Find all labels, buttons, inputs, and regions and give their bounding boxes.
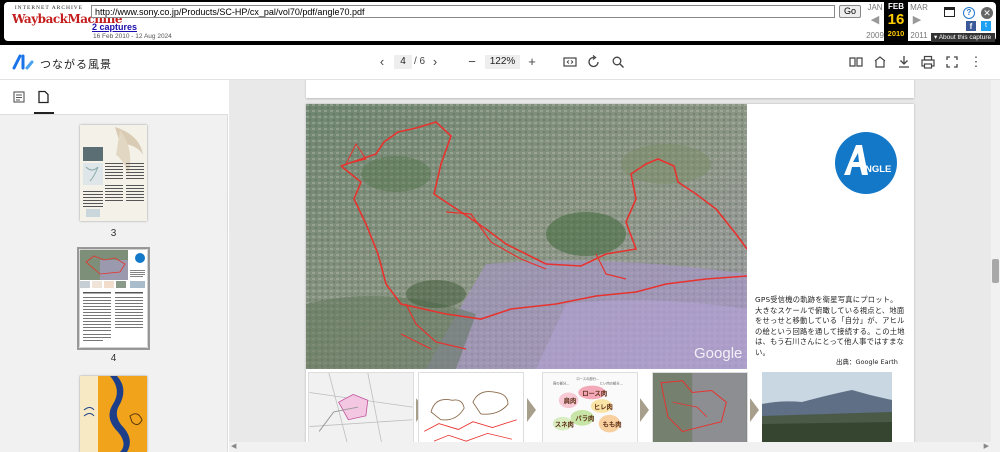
window-icon[interactable]: [944, 7, 955, 17]
app-logo-icon: [12, 54, 34, 70]
document-viewport[interactable]: Google NGLE GPS受信機の軌跡を衛星写真にプロット。大きなスケールで…: [229, 80, 991, 452]
next-capture-arrow-icon[interactable]: ▶: [911, 13, 923, 26]
angle-logo: NGLE: [835, 132, 897, 194]
wayback-logo-top: INTERNET ARCHIVE: [14, 5, 84, 11]
prev-page-chevron-icon[interactable]: ‹: [375, 53, 389, 71]
prev-capture-arrow-icon[interactable]: ◀: [869, 13, 881, 26]
strip-label-fillet: ヒレ肉: [594, 402, 613, 411]
search-icon[interactable]: [610, 53, 626, 71]
help-icon[interactable]: ?: [963, 7, 975, 19]
horizontal-scrollbar[interactable]: ◀ ▶: [229, 442, 991, 452]
sequence-arrow-icon: [750, 398, 759, 422]
thumbnails-tab-icon[interactable]: [36, 90, 50, 104]
strip-map-image: [308, 372, 414, 448]
capture-date-range: 16 Feb 2010 - 12 Aug 2024: [93, 33, 172, 40]
wayback-toolbar-inner: INTERNET ARCHIVE WaybackMachine Go 2 cap…: [4, 2, 996, 42]
scroll-left-arrow-icon[interactable]: ◀: [231, 442, 236, 450]
angle-logo-text: NGLE: [865, 164, 891, 175]
twitter-icon[interactable]: t: [981, 21, 991, 31]
svg-text:肩の部分…: 肩の部分…: [553, 381, 569, 386]
scroll-right-arrow-icon[interactable]: ▶: [984, 442, 989, 450]
page-number-input[interactable]: 4: [394, 55, 412, 69]
download-icon[interactable]: [896, 53, 912, 71]
google-watermark: Google: [694, 345, 742, 362]
zoom-out-icon[interactable]: −: [464, 53, 480, 71]
more-options-icon[interactable]: ⋮: [968, 53, 984, 71]
active-tab-indicator: [34, 112, 54, 114]
prev-year-link[interactable]: 2009: [862, 31, 888, 40]
strip-aerial-thumbnail: [652, 372, 748, 448]
svg-text:ヒレ肉の部分…: ヒレ肉の部分…: [600, 381, 623, 386]
next-month-link[interactable]: MAR: [906, 3, 932, 12]
next-year-link[interactable]: 2011: [906, 31, 932, 40]
sequence-arrow-icon: [527, 398, 536, 422]
current-day: 16: [887, 11, 905, 28]
strip-label-thigh: もも肉: [603, 420, 622, 429]
wayback-go-button[interactable]: Go: [839, 5, 861, 18]
strip-meat-cuts-diagram: ロースの部分… 肩の部分… ヒレ肉の部分… ロース肉 肩肉 ヒレ肉 もも肉 バラ…: [542, 372, 638, 448]
outline-tab-icon[interactable]: [12, 90, 26, 104]
document-title: つながる風景: [40, 58, 112, 71]
pdf-page-4: Google NGLE GPS受信機の軌跡を衛星写真にプロット。大きなスケールで…: [306, 104, 914, 452]
zoom-in-icon[interactable]: +: [524, 53, 540, 71]
strip-sketch-image: [418, 372, 524, 448]
wayback-logo[interactable]: INTERNET ARCHIVE WaybackMachine: [12, 5, 122, 37]
page-total: / 6: [414, 56, 426, 67]
page-thumbnail-4[interactable]: [80, 250, 147, 347]
vertical-scroll-thumb[interactable]: [992, 259, 999, 283]
aerial-satellite-image: Google: [306, 104, 747, 369]
strip-label-belly: バラ肉: [575, 414, 594, 423]
svg-text:ロースの部分…: ロースの部分…: [576, 376, 599, 381]
print-icon[interactable]: [920, 53, 936, 71]
sidebar-tabs: [0, 80, 228, 115]
strip-mountain-photo: [762, 372, 892, 448]
strip-label-shank: スネ肉: [555, 420, 574, 429]
image-source-credit: 出典：Google Earth: [836, 358, 898, 366]
wayback-url-input[interactable]: [91, 5, 835, 18]
close-icon[interactable]: ✕: [981, 7, 993, 19]
reading-mode-icon[interactable]: [848, 53, 864, 71]
sequence-arrow-icon: [640, 398, 649, 422]
wayback-toolbar: INTERNET ARCHIVE WaybackMachine Go 2 cap…: [0, 0, 1000, 45]
strip-label-loin: ロース肉: [582, 388, 607, 397]
print-friendly-icon[interactable]: [872, 53, 888, 71]
photo-caption: GPS受信機の軌跡を衛星写真にプロット。大きなスケールで俯瞰している視点と、地面…: [755, 295, 905, 357]
next-page-chevron-icon[interactable]: ›: [428, 53, 442, 71]
rotate-icon[interactable]: [586, 53, 602, 71]
captures-link[interactable]: 2 captures: [92, 22, 137, 32]
thumbnail-sidebar: 3 4 ‹: [0, 80, 245, 452]
zoom-level[interactable]: 122%: [485, 55, 520, 69]
page-thumbnail-5[interactable]: [80, 376, 147, 452]
thumbnail-label-4: 4: [110, 353, 117, 364]
thumbnail-label-3: 3: [110, 228, 117, 239]
about-capture-button[interactable]: ▾ About this capture: [931, 33, 995, 42]
fullscreen-icon[interactable]: [944, 53, 960, 71]
strip-label-shoulder: 肩肉: [563, 396, 577, 405]
page-thumbnail-3[interactable]: [80, 125, 147, 221]
previous-page-bottom: [306, 80, 914, 98]
fit-page-icon[interactable]: [562, 53, 578, 71]
facebook-icon[interactable]: f: [966, 21, 976, 31]
vertical-scrollbar[interactable]: [991, 80, 1000, 452]
wayback-logo-main: WaybackMachine: [12, 12, 122, 26]
pdf-toolbar: つながる風景 ‹ 4 / 6 › − 122% + ⋮: [0, 45, 1000, 80]
